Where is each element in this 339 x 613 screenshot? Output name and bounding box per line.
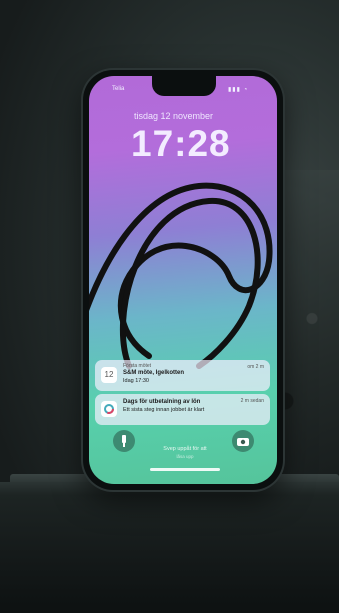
flashlight-icon[interactable] (113, 430, 135, 452)
notification-body: Idag 17:30 (123, 378, 149, 384)
camera-icon[interactable] (232, 430, 254, 452)
lock-date: tisdag 12 november (134, 111, 214, 121)
swipe-hint: Svep uppåt för att (163, 446, 207, 452)
camera-notch (152, 76, 216, 96)
notification-app: Första mötet (123, 363, 152, 369)
notification-title: Dags för utbetalning av lön (123, 399, 201, 405)
notification-time: 2 m sedan (240, 398, 264, 404)
signal-indicators: ▮▮▮ ◔ (228, 87, 249, 93)
lock-time: 17:28 (131, 123, 231, 164)
notification-body: Ett sista steg innan jobbet är klart (123, 407, 205, 413)
calendar-icon: 12 (101, 367, 117, 383)
stone-pedestal (0, 482, 339, 613)
swipe-subhint: låsa upp (176, 454, 194, 459)
reminder-icon (101, 401, 117, 417)
notification-reminder[interactable]: Dags för utbetalning av lön Ett sista st… (95, 394, 270, 425)
home-indicator[interactable] (150, 468, 220, 471)
notification-title: S&M möte, Igelkotten (123, 370, 185, 376)
notification-calendar[interactable]: 12 Första mötet S&M möte, Igelkotten Ida… (95, 360, 270, 391)
carrier-label: Telia (112, 86, 125, 92)
notification-time: om 2 m (247, 364, 264, 370)
